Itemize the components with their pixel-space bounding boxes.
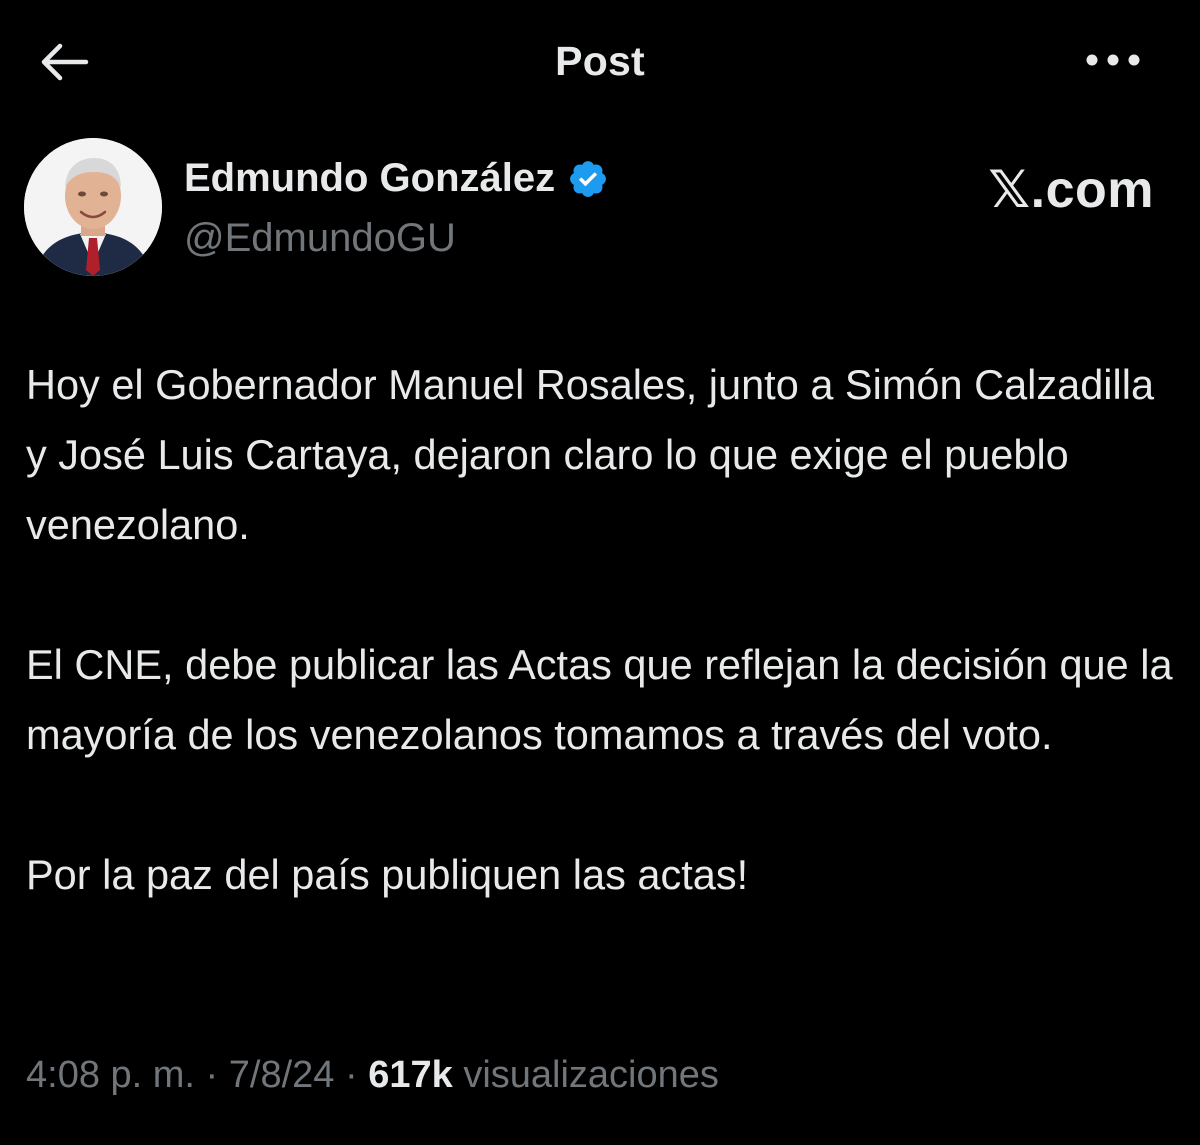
top-navigation-bar: Post (0, 0, 1200, 120)
page-title: Post (555, 38, 645, 84)
site-watermark: 𝕏.com (988, 161, 1154, 219)
post-date[interactable]: 7/8/24 (229, 1054, 335, 1096)
author-name-row: Edmundo González (184, 156, 609, 201)
post-metadata: 4:08 p. m. · 7/8/24 · 617k visualizacion… (26, 1054, 719, 1097)
post-paragraph: El CNE, debe publicar las Actas que refl… (26, 641, 1173, 758)
post-paragraph: Hoy el Gobernador Manuel Rosales, junto … (26, 361, 1155, 548)
views-count[interactable]: 617k (368, 1054, 453, 1096)
post-paragraph: Por la paz del país publiquen las actas! (26, 851, 749, 898)
avatar[interactable] (24, 138, 162, 276)
author-name[interactable]: Edmundo González (184, 156, 555, 201)
meta-separator: · (344, 1054, 358, 1096)
verified-badge-icon (567, 158, 609, 200)
more-options-button[interactable] (1078, 42, 1148, 82)
post-time[interactable]: 4:08 p. m. (26, 1054, 195, 1096)
more-horizontal-icon (1085, 53, 1141, 72)
post-text: Hoy el Gobernador Manuel Rosales, junto … (26, 350, 1176, 910)
post-author: Edmundo González @EdmundoGU 𝕏.com (24, 138, 1176, 278)
views-label[interactable]: visualizaciones (463, 1054, 719, 1096)
author-handle[interactable]: @EdmundoGU (184, 216, 456, 261)
meta-separator: · (205, 1054, 219, 1096)
